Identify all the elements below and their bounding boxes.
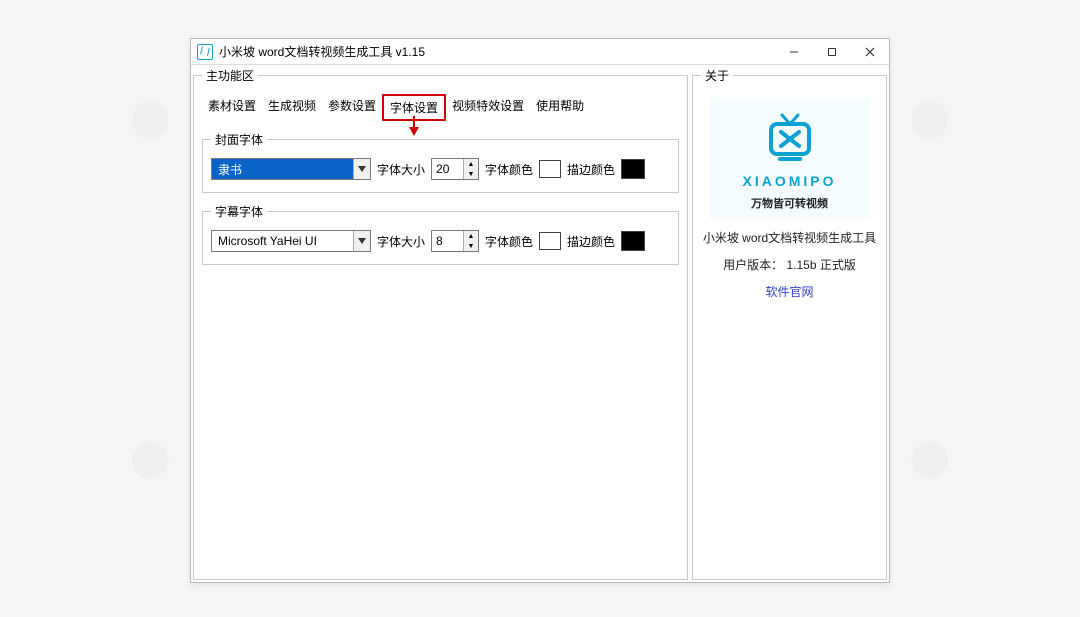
cover-size-spinner[interactable]: 20 ▲ ▼: [431, 158, 479, 180]
about-site-link[interactable]: 软件官网: [765, 283, 813, 300]
cover-font-select[interactable]: 隶书: [211, 158, 371, 180]
app-window: 小米坡 word文档转视频生成工具 v1.15 主功能区 素材设置 生成视频 参…: [190, 38, 890, 583]
cover-stroke-swatch[interactable]: [621, 159, 645, 179]
subtitle-font-legend: 字幕字体: [211, 203, 267, 220]
subtitle-size-label: 字体大小: [377, 233, 425, 250]
spinner-up-icon[interactable]: ▲: [464, 231, 478, 241]
tab-params[interactable]: 参数设置: [322, 94, 382, 121]
brand-logo: XIAOMIPO 万物皆可转视频: [710, 98, 870, 219]
tab-vfx[interactable]: 视频特效设置: [446, 94, 530, 121]
chevron-down-icon: [353, 159, 370, 179]
titlebar: 小米坡 word文档转视频生成工具 v1.15: [191, 39, 889, 65]
spinner-down-icon[interactable]: ▼: [464, 169, 478, 179]
spinner-down-icon[interactable]: ▼: [464, 241, 478, 251]
cover-font-value: 隶书: [212, 159, 353, 179]
tv-x-icon: [762, 112, 818, 167]
about-product: 小米坡 word文档转视频生成工具: [703, 229, 876, 246]
chevron-down-icon: [353, 231, 370, 251]
cover-size-value: 20: [432, 159, 463, 179]
window-title: 小米坡 word文档转视频生成工具 v1.15: [219, 43, 425, 60]
about-panel: 关于 XIAOMIPO 万物皆可转视频: [692, 67, 887, 580]
minimize-button[interactable]: [775, 39, 813, 64]
close-button[interactable]: [851, 39, 889, 64]
tab-material[interactable]: 素材设置: [202, 94, 262, 121]
subtitle-size-spinner[interactable]: 8 ▲ ▼: [431, 230, 479, 252]
cover-color-label: 字体颜色: [485, 161, 533, 178]
subtitle-font-select[interactable]: Microsoft YaHei UI: [211, 230, 371, 252]
subtitle-stroke-swatch[interactable]: [621, 231, 645, 251]
cover-font-group: 封面字体 隶书 字体大小 20 ▲ ▼: [202, 131, 679, 193]
tab-genvideo[interactable]: 生成视频: [262, 94, 322, 121]
main-panel: 主功能区 素材设置 生成视频 参数设置 字体设置 视频特效设置 使用帮助: [193, 67, 688, 580]
cover-color-swatch[interactable]: [539, 160, 561, 178]
subtitle-stroke-label: 描边颜色: [567, 233, 615, 250]
subtitle-font-value: Microsoft YaHei UI: [212, 231, 353, 251]
brand-name: XIAOMIPO: [742, 173, 836, 189]
cover-stroke-label: 描边颜色: [567, 161, 615, 178]
maximize-button[interactable]: [813, 39, 851, 64]
tab-font-label: 字体设置: [390, 101, 438, 115]
tab-strip: 素材设置 生成视频 参数设置 字体设置 视频特效设置 使用帮助: [202, 94, 679, 121]
main-panel-legend: 主功能区: [202, 67, 258, 84]
subtitle-color-swatch[interactable]: [539, 232, 561, 250]
spinner-up-icon[interactable]: ▲: [464, 159, 478, 169]
cover-size-label: 字体大小: [377, 161, 425, 178]
tab-font[interactable]: 字体设置: [382, 94, 446, 121]
app-icon: [197, 44, 213, 60]
tab-help[interactable]: 使用帮助: [530, 94, 590, 121]
window-controls: [775, 39, 889, 64]
subtitle-font-group: 字幕字体 Microsoft YaHei UI 字体大小 8 ▲ ▼: [202, 203, 679, 265]
about-panel-legend: 关于: [701, 67, 733, 84]
cover-font-legend: 封面字体: [211, 131, 267, 148]
subtitle-size-value: 8: [432, 231, 463, 251]
subtitle-color-label: 字体颜色: [485, 233, 533, 250]
brand-slogan: 万物皆可转视频: [751, 195, 828, 211]
about-version: 用户版本： 1.15b 正式版: [723, 256, 856, 273]
